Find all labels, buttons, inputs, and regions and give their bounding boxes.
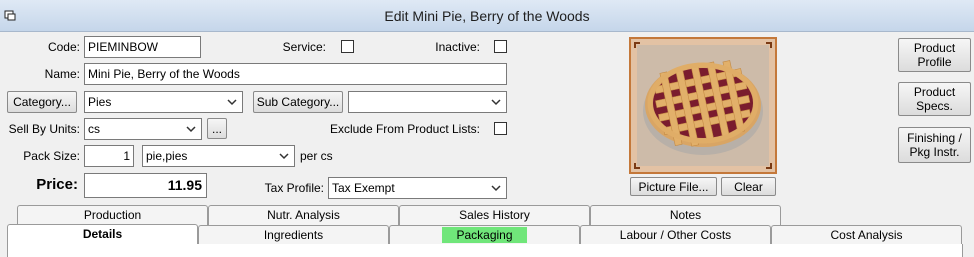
category-button[interactable]: Category...: [7, 91, 77, 113]
tab-sales-history[interactable]: Sales History: [399, 205, 590, 225]
sub-category-button[interactable]: Sub Category...: [253, 91, 343, 113]
sell-by-units-select[interactable]: cs: [84, 118, 202, 140]
product-profile-button[interactable]: Product Profile: [898, 38, 971, 72]
tab-notes[interactable]: Notes: [590, 205, 781, 225]
service-label: Service:: [282, 40, 326, 54]
per-unit-label: per cs: [300, 149, 333, 163]
chevron-down-icon: [186, 126, 196, 133]
product-picture[interactable]: [629, 37, 777, 174]
chevron-down-icon: [227, 99, 237, 106]
picture-file-button[interactable]: Picture File...: [630, 177, 717, 196]
chevron-down-icon: [491, 185, 501, 192]
tab-packaging[interactable]: Packaging: [389, 225, 580, 245]
pack-unit-select[interactable]: pie,pies: [142, 145, 295, 167]
product-profile-line2: Profile: [917, 55, 952, 69]
tab-nutr-analysis[interactable]: Nutr. Analysis: [208, 205, 399, 225]
window-title: Edit Mini Pie, Berry of the Woods: [384, 8, 590, 24]
pack-unit-value: pie,pies: [146, 149, 188, 163]
tab-details[interactable]: Details: [7, 224, 198, 246]
product-specs-button[interactable]: Product Specs.: [898, 82, 971, 116]
category-select[interactable]: Pies: [84, 91, 243, 113]
finishing-line2: Pkg Instr.: [909, 145, 960, 159]
finishing-line1: Finishing /: [907, 131, 962, 145]
name-field[interactable]: Mini Pie, Berry of the Woods: [84, 63, 507, 85]
service-checkbox[interactable]: [341, 40, 354, 53]
chevron-down-icon: [491, 99, 501, 106]
title-bar: Edit Mini Pie, Berry of the Woods: [0, 0, 974, 32]
finishing-instructions-button[interactable]: Finishing / Pkg Instr.: [898, 127, 971, 163]
units-browse-button[interactable]: ...: [207, 118, 227, 139]
tax-profile-value: Tax Exempt: [332, 181, 395, 195]
sell-by-units-label: Sell By Units:: [8, 122, 80, 136]
product-specs-line1: Product: [913, 85, 956, 99]
exclude-label: Exclude From Product Lists:: [329, 122, 480, 136]
category-value: Pies: [88, 95, 112, 109]
tab-ingredients[interactable]: Ingredients: [198, 225, 389, 245]
name-label: Name:: [44, 67, 80, 81]
inactive-label: Inactive:: [435, 40, 480, 54]
tab-production[interactable]: Production: [17, 205, 208, 225]
sub-category-select[interactable]: [348, 91, 507, 113]
code-field[interactable]: PIEMINBOW: [84, 36, 201, 58]
tab-cost-analysis[interactable]: Cost Analysis: [771, 225, 962, 245]
frame-corner: [766, 42, 772, 48]
tax-profile-label: Tax Profile:: [264, 181, 324, 195]
clear-picture-button[interactable]: Clear: [721, 177, 776, 196]
product-profile-line1: Product: [913, 41, 956, 55]
tax-profile-select[interactable]: Tax Exempt: [328, 177, 507, 199]
tab-labour-other-costs[interactable]: Labour / Other Costs: [580, 225, 771, 245]
inactive-checkbox[interactable]: [494, 40, 507, 53]
tab-packaging-label: Packaging: [442, 227, 527, 243]
sell-by-units-value: cs: [88, 122, 100, 136]
details-panel: [7, 244, 963, 257]
frame-corner: [634, 42, 640, 48]
berry-pie-image: [637, 45, 769, 166]
frame-corner: [766, 163, 772, 169]
product-specs-line2: Specs.: [916, 99, 953, 113]
chevron-down-icon: [279, 153, 289, 160]
frame-corner: [634, 163, 640, 169]
pack-size-field[interactable]: 1: [84, 145, 134, 167]
price-field[interactable]: 11.95: [84, 173, 207, 198]
pack-size-label: Pack Size:: [23, 149, 80, 163]
exclude-checkbox[interactable]: [494, 122, 507, 135]
code-label: Code:: [47, 40, 80, 54]
price-label: Price:: [36, 176, 78, 193]
